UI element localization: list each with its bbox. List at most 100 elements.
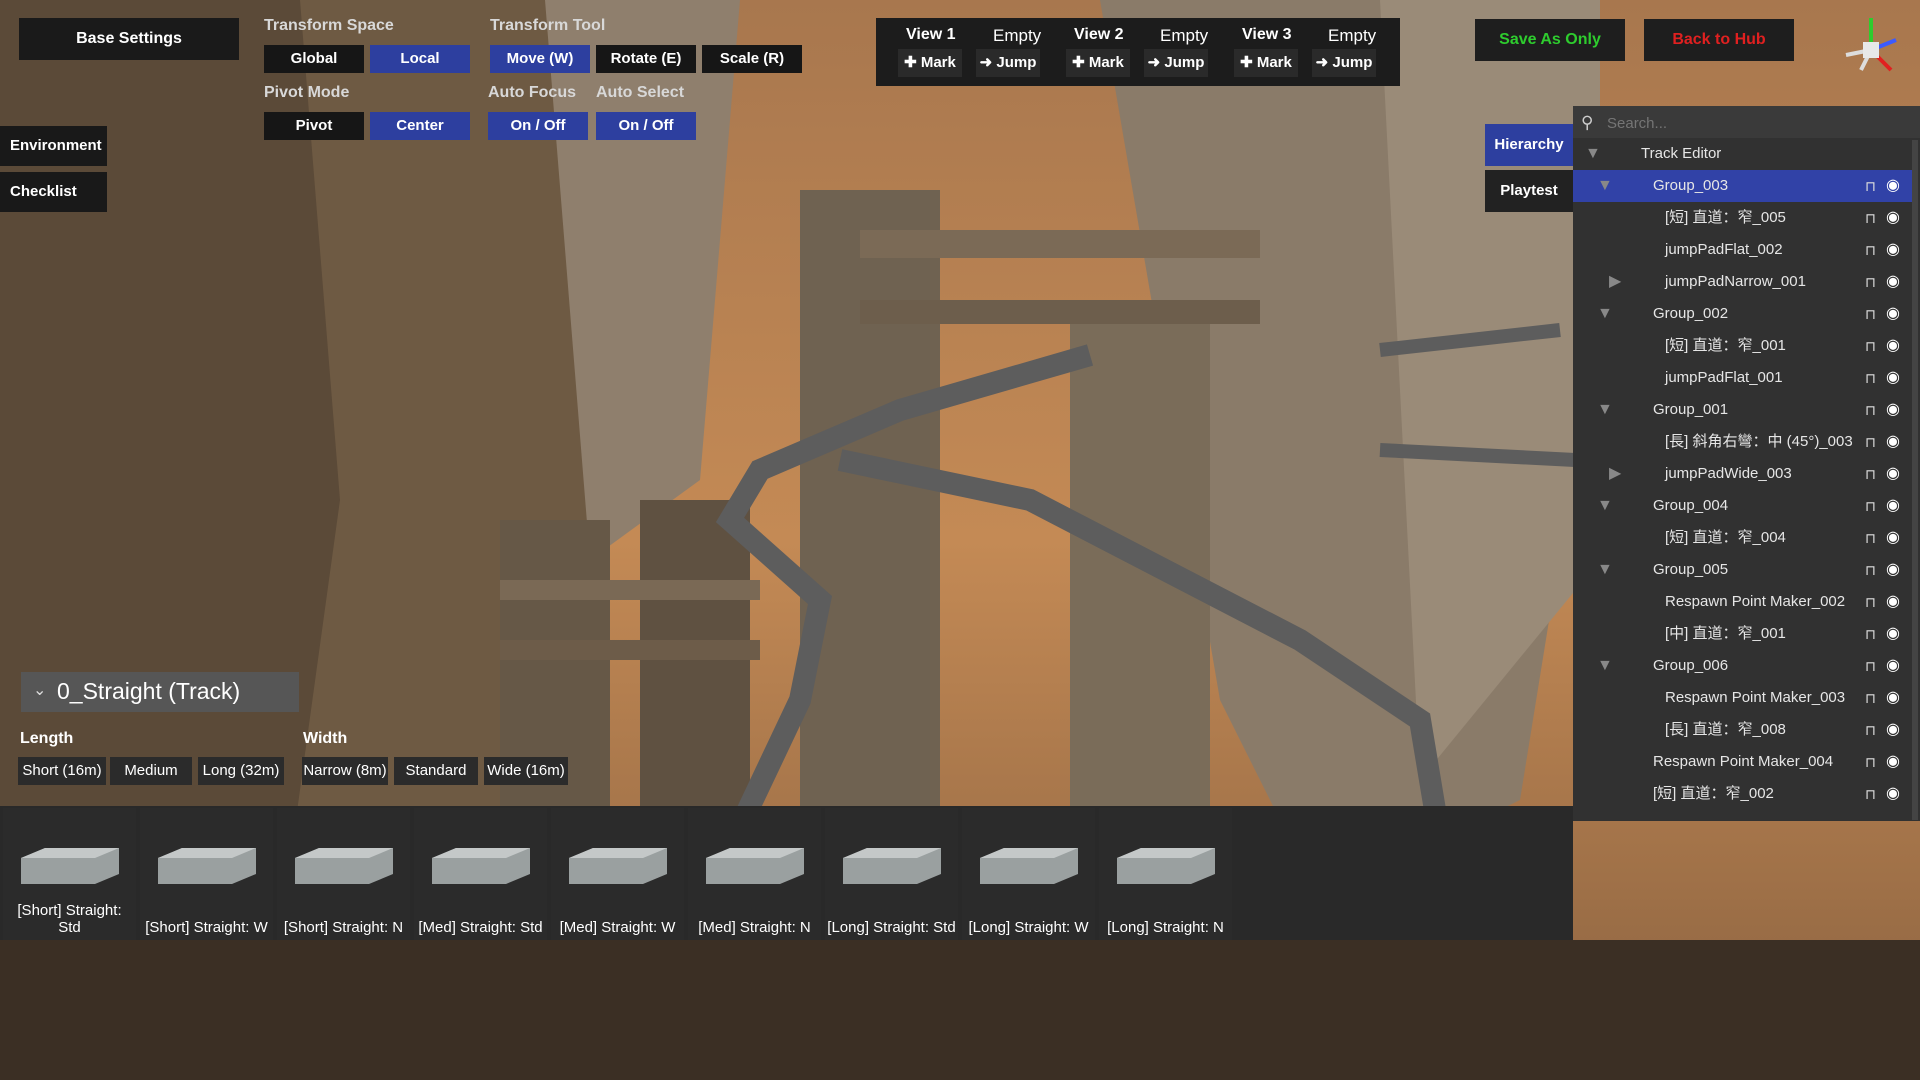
hierarchy-scrollbar[interactable] [1912,140,1918,820]
track-piece-tile[interactable]: [Long] Straight: Std [825,808,958,940]
eye-icon[interactable]: ◉ [1886,618,1900,650]
lock-icon[interactable]: ⊓ [1865,458,1876,490]
collapse-arrow-icon[interactable]: ▶ [1609,266,1621,298]
tab-playtest[interactable]: Playtest [1485,170,1573,212]
lock-icon[interactable]: ⊓ [1865,490,1876,522]
view-3-mark-button[interactable]: ✚ Mark [1234,49,1298,77]
hierarchy-item[interactable]: jumpPadFlat_002 ⊓ ◉ [1573,234,1913,266]
hierarchy-item[interactable]: Respawn Point Maker_003 ⊓ ◉ [1573,682,1913,714]
hierarchy-item[interactable]: [中] 直道：窄_001 ⊓ ◉ [1573,618,1913,650]
eye-icon[interactable]: ◉ [1886,458,1900,490]
save-as-only-button[interactable]: Save As Only [1475,19,1625,61]
auto-focus-toggle[interactable]: On / Off [488,112,588,140]
view-3-jump-button[interactable]: ➜ Jump [1312,49,1376,77]
width-standard-button[interactable]: Standard [394,757,478,785]
eye-icon[interactable]: ◉ [1886,490,1900,522]
lock-icon[interactable]: ⊓ [1865,202,1876,234]
environment-button[interactable]: Environment [0,126,107,166]
move-tool-button[interactable]: Move (W) [490,45,590,73]
lock-icon[interactable]: ⊓ [1865,330,1876,362]
hierarchy-item[interactable]: [短] 直道：窄_002 ⊓ ◉ [1573,778,1913,810]
hierarchy-item[interactable]: ▼ Group_005 ⊓ ◉ [1573,554,1913,586]
lock-icon[interactable]: ⊓ [1865,522,1876,554]
eye-icon[interactable]: ◉ [1886,202,1900,234]
eye-icon[interactable]: ◉ [1886,266,1900,298]
hierarchy-item[interactable]: [長] 直道：窄_008 ⊓ ◉ [1573,714,1913,746]
view-1-jump-button[interactable]: ➜ Jump [976,49,1040,77]
lock-icon[interactable]: ⊓ [1865,586,1876,618]
lock-icon[interactable]: ⊓ [1865,362,1876,394]
track-piece-tile[interactable]: [Med] Straight: W [551,808,684,940]
track-piece-tile[interactable]: [Long] Straight: N [1099,808,1232,940]
eye-icon[interactable]: ◉ [1886,234,1900,266]
lock-icon[interactable]: ⊓ [1865,234,1876,266]
expand-arrow-icon[interactable]: ▼ [1597,490,1613,522]
back-to-hub-button[interactable]: Back to Hub [1644,19,1794,61]
hierarchy-item[interactable]: ▼ Group_006 ⊓ ◉ [1573,650,1913,682]
lock-icon[interactable]: ⊓ [1865,650,1876,682]
lock-icon[interactable]: ⊓ [1865,266,1876,298]
hierarchy-item[interactable]: [長] 斜角右彎：中 (45°)_003 ⊓ ◉ [1573,426,1913,458]
search-input[interactable] [1605,111,1909,135]
hierarchy-item[interactable]: Respawn Point Maker_004 ⊓ ◉ [1573,746,1913,778]
eye-icon[interactable]: ◉ [1886,586,1900,618]
local-button[interactable]: Local [370,45,470,73]
pivot-button[interactable]: Pivot [264,112,364,140]
eye-icon[interactable]: ◉ [1886,682,1900,714]
collapse-arrow-icon[interactable]: ▶ [1609,458,1621,490]
width-wide-button[interactable]: Wide (16m) [484,757,568,785]
track-piece-tile[interactable]: [Med] Straight: N [688,808,821,940]
eye-icon[interactable]: ◉ [1886,778,1900,810]
view-2-mark-button[interactable]: ✚ Mark [1066,49,1130,77]
width-narrow-button[interactable]: Narrow (8m) [302,757,388,785]
lock-icon[interactable]: ⊓ [1865,618,1876,650]
lock-icon[interactable]: ⊓ [1865,426,1876,458]
track-type-dropdown[interactable]: ⌄ 0_Straight (Track) [21,672,299,712]
eye-icon[interactable]: ◉ [1886,330,1900,362]
hierarchy-item[interactable]: ▼ Group_002 ⊓ ◉ [1573,298,1913,330]
length-medium-button[interactable]: Medium [110,757,192,785]
hierarchy-item[interactable]: ▼ Group_004 ⊓ ◉ [1573,490,1913,522]
lock-icon[interactable]: ⊓ [1865,170,1876,202]
eye-icon[interactable]: ◉ [1886,170,1900,202]
lock-icon[interactable]: ⊓ [1865,714,1876,746]
center-button[interactable]: Center [370,112,470,140]
track-piece-tile[interactable]: [Short] Straight: N [277,808,410,940]
hierarchy-root[interactable]: ▼ Track Editor [1573,138,1913,170]
lock-icon[interactable]: ⊓ [1865,778,1876,810]
track-piece-tile[interactable]: [Short] Straight: W [140,808,273,940]
expand-arrow-icon[interactable]: ▼ [1597,394,1613,426]
hierarchy-item[interactable]: ▶ jumpPadNarrow_001 ⊓ ◉ [1573,266,1913,298]
eye-icon[interactable]: ◉ [1886,650,1900,682]
eye-icon[interactable]: ◉ [1886,714,1900,746]
hierarchy-item[interactable]: ▼ Group_003 ⊓ ◉ [1573,170,1913,202]
eye-icon[interactable]: ◉ [1886,554,1900,586]
hierarchy-item[interactable]: Respawn Point Maker_002 ⊓ ◉ [1573,586,1913,618]
hierarchy-item[interactable]: ▼ Group_001 ⊓ ◉ [1573,394,1913,426]
eye-icon[interactable]: ◉ [1886,394,1900,426]
expand-arrow-icon[interactable]: ▼ [1597,650,1613,682]
track-piece-tile[interactable]: [Long] Straight: W [962,808,1095,940]
expand-arrow-icon[interactable]: ▼ [1585,138,1601,170]
lock-icon[interactable]: ⊓ [1865,554,1876,586]
lock-icon[interactable]: ⊓ [1865,394,1876,426]
eye-icon[interactable]: ◉ [1886,426,1900,458]
view-2-jump-button[interactable]: ➜ Jump [1144,49,1208,77]
track-piece-tile[interactable]: [Short] Straight: Std [3,808,136,940]
eye-icon[interactable]: ◉ [1886,522,1900,554]
hierarchy-item[interactable]: [短] 直道：窄_005 ⊓ ◉ [1573,202,1913,234]
hierarchy-item[interactable]: [短] 直道：窄_001 ⊓ ◉ [1573,330,1913,362]
eye-icon[interactable]: ◉ [1886,298,1900,330]
expand-arrow-icon[interactable]: ▼ [1597,554,1613,586]
hierarchy-item[interactable]: [短] 直道：窄_004 ⊓ ◉ [1573,522,1913,554]
hierarchy-item[interactable]: jumpPadFlat_001 ⊓ ◉ [1573,362,1913,394]
lock-icon[interactable]: ⊓ [1865,298,1876,330]
view-1-mark-button[interactable]: ✚ Mark [898,49,962,77]
lock-icon[interactable]: ⊓ [1865,682,1876,714]
rotate-tool-button[interactable]: Rotate (E) [596,45,696,73]
auto-select-toggle[interactable]: On / Off [596,112,696,140]
track-piece-tile[interactable]: [Med] Straight: Std [414,808,547,940]
checklist-button[interactable]: Checklist [0,172,107,212]
eye-icon[interactable]: ◉ [1886,746,1900,778]
global-button[interactable]: Global [264,45,364,73]
